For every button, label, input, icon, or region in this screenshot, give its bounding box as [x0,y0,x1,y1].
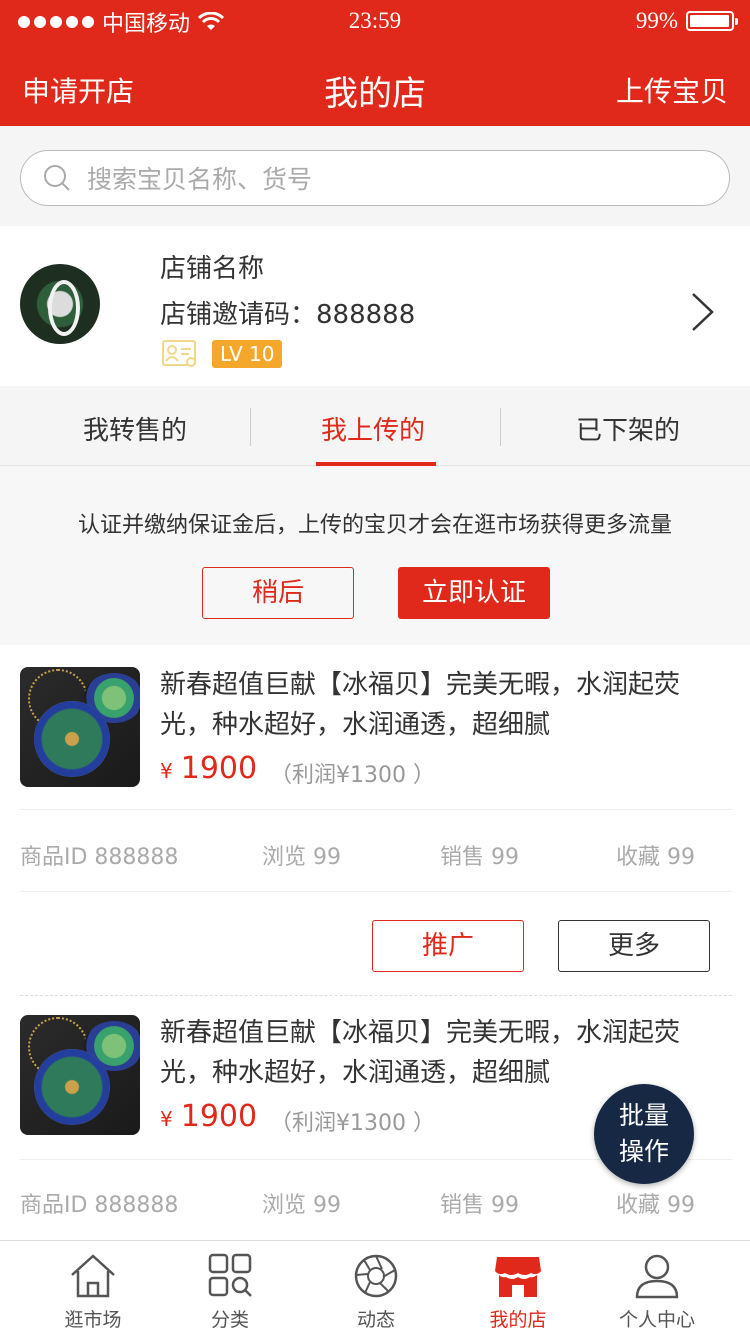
upload-item-button[interactable]: 上传宝贝 [616,70,728,110]
product-views: 浏览 99 [262,845,341,870]
product-id: 商品ID 888888 [20,1193,179,1218]
shop-icon [495,1257,541,1297]
product-id: 商品ID 888888 [20,845,179,870]
product-views: 浏览 99 [262,1193,341,1218]
tabbar-label: 逛市场 [64,1309,122,1331]
product-price: ¥1900 [160,1099,257,1134]
price-value: 1900 [180,1099,258,1134]
category-icon [208,1253,252,1297]
status-bar: 中国移动 23:59 99% [0,0,750,40]
battery-percent: 99% [635,8,678,33]
product-price: ¥1900 [160,751,257,786]
search-placeholder: 搜索宝贝名称、货号 [87,165,313,194]
tabbar-feed[interactable]: 动态 [301,1241,451,1334]
tab-active-indicator [316,462,436,466]
tabbar-label: 我的店 [489,1309,547,1331]
price-value: 1900 [180,751,258,786]
item-separator [20,995,732,996]
battery-icon [686,11,738,31]
status-right: 99% [635,8,738,34]
tab-removed[interactable]: 已下架的 [576,410,680,447]
tabbar-label: 动态 [356,1309,395,1331]
price-currency: ¥ [160,759,173,783]
shop-avatar [20,264,100,344]
bottom-tab-bar: 逛市场 分类 动态 我的店 个人中心 [0,1240,750,1334]
home-icon [71,1254,115,1298]
verify-now-button[interactable]: 立即认证 [398,567,550,619]
tab-uploaded[interactable]: 我上传的 [321,410,425,447]
product-profit: （利润¥1300 ） [270,763,435,788]
batch-label-line2: 操作 [618,1137,669,1166]
product-sales: 销售 99 [440,1193,519,1218]
tab-resold[interactable]: 我转售的 [83,410,187,447]
product-title: 新春超值巨献【冰福贝】完美无暇，水润起荧光，种水超好，水润通透，超细腻 [160,1018,681,1088]
chevron-right-icon[interactable] [690,292,714,332]
certificate-icon [162,340,196,367]
product-title: 新春超值巨献【冰福贝】完美无暇，水润起荧光，种水超好，水润通透，超细腻 [160,670,681,740]
invite-label: 店铺邀请码： [160,300,317,330]
search-section: 搜索宝贝名称、货号 [0,126,750,226]
shop-name: 店铺名称 [160,254,265,284]
promote-button[interactable]: 推广 [372,920,524,972]
product-sales: 销售 99 [440,845,519,870]
product-image [20,667,140,787]
batch-operation-button[interactable]: 批量 操作 [594,1084,694,1184]
header: 中国移动 23:59 99% 申请开店 我的店 上传宝贝 [0,0,750,126]
product-favs: 收藏 99 [616,845,695,870]
price-currency: ¥ [160,1107,173,1131]
tabbar-market[interactable]: 逛市场 [18,1241,168,1334]
tab-divider [250,408,251,446]
tabbar-category[interactable]: 分类 [155,1241,305,1334]
later-button[interactable]: 稍后 [202,567,354,619]
notice-text: 认证并缴纳保证金后，上传的宝贝才会在逛市场获得更多流量 [77,513,672,538]
shop-info-card[interactable]: 店铺名称 店铺邀请码：888888 LV 10 [0,226,750,386]
tabbar-label: 分类 [210,1309,249,1331]
level-badge: LV 10 [212,340,283,368]
product-image [20,1015,140,1135]
divider [20,809,732,810]
invite-code: 888888 [316,300,416,330]
verify-notice: 认证并缴纳保证金后，上传的宝贝才会在逛市场获得更多流量 稍后 立即认证 [0,467,750,645]
tabbar-label: 个人中心 [618,1309,695,1331]
tabbar-profile[interactable]: 个人中心 [582,1241,732,1334]
shop-invite: 店铺邀请码：888888 [160,294,415,331]
divider [20,891,732,892]
search-icon [44,165,70,191]
tabbar-my-shop[interactable]: 我的店 [443,1241,593,1334]
user-icon [635,1254,679,1299]
product-favs: 收藏 99 [616,1193,695,1218]
search-input[interactable]: 搜索宝贝名称、货号 [20,150,730,206]
more-button[interactable]: 更多 [558,920,710,972]
product-profit: （利润¥1300 ） [270,1111,435,1136]
aperture-icon [354,1254,398,1298]
tab-divider [500,408,501,446]
batch-label-line1: 批量 [618,1101,669,1130]
tabs: 我转售的 我上传的 已下架的 [0,386,750,466]
